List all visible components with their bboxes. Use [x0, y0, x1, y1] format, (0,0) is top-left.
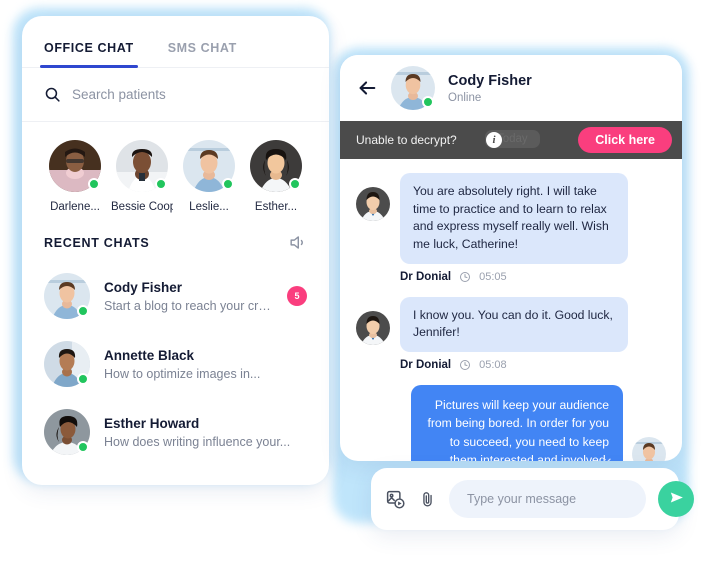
chat-list-item-annette-black[interactable]: Annette Black How to optimize images in.… [22, 330, 329, 398]
recent-chats-list: Cody Fisher Start a blog to reach your c… [22, 258, 329, 466]
double-check-icon [596, 455, 611, 461]
chat-item-text: Esther Howard How does writing influence… [104, 416, 307, 449]
chat-item-name: Esther Howard [104, 415, 200, 431]
message-input[interactable] [449, 480, 646, 518]
panel-tabs: OFFICE CHAT SMS CHAT [22, 16, 329, 68]
info-icon[interactable]: i [486, 132, 502, 148]
favorite-item[interactable]: Esther... [245, 140, 307, 213]
chat-list-item-esther-howard[interactable]: Esther Howard How does writing influence… [22, 398, 329, 466]
message-footer: Dr Donial 05:08 [400, 359, 628, 371]
avatar [44, 273, 90, 319]
chat-item-text: Annette Black How to optimize images in.… [104, 348, 307, 381]
chat-item-preview: Start a blog to reach your creative... [104, 298, 273, 313]
search-icon [44, 86, 61, 103]
decrypt-banner-text: Unable to decrypt? [356, 133, 457, 147]
conversation-contact-name: Cody Fisher [448, 72, 532, 89]
message-footer: Dr Donial 05:05 [400, 271, 628, 283]
search-bar[interactable]: Search patients [22, 68, 329, 122]
online-indicator [422, 96, 434, 108]
conversation-title-block: Cody Fisher Online [448, 73, 532, 104]
message-body: You are absolutely right. I will take ti… [400, 173, 628, 283]
favorite-name: Darlene... [50, 201, 100, 213]
online-indicator [289, 178, 301, 190]
chat-item-preview: How to optimize images in... [104, 366, 261, 381]
favorite-name: Bessie Cooper [111, 201, 173, 213]
message-outgoing-row: Pictures will keep your audience from be… [356, 385, 666, 461]
avatar [44, 341, 90, 387]
online-indicator [77, 305, 89, 317]
message-bubble: You are absolutely right. I will take ti… [400, 173, 628, 264]
media-image-icon[interactable] [385, 489, 406, 510]
conversation-contact-status: Online [448, 91, 482, 104]
message-body: Pictures will keep your audience from be… [411, 385, 623, 461]
chat-item-name: Cody Fisher [104, 279, 183, 295]
avatar-image [632, 437, 666, 461]
message-incoming: I know you. You can do it. Good luck, Je… [356, 296, 666, 371]
clock-icon [459, 359, 471, 371]
tab-sms-chat[interactable]: SMS CHAT [164, 41, 241, 67]
search-input[interactable]: Search patients [72, 87, 166, 102]
message-author: Dr Donial [400, 270, 452, 283]
send-button[interactable] [658, 481, 694, 517]
message-text: Pictures will keep your audience from be… [427, 398, 609, 461]
decrypt-click-here-button[interactable]: Click here [578, 127, 672, 153]
favorites-strip: Darlene... Bessie Coo Leslie... Esther..… [22, 122, 329, 217]
avatar [44, 409, 90, 455]
chat-item-text: Cody Fisher Start a blog to reach your c… [104, 280, 273, 313]
tab-office-chat[interactable]: OFFICE CHAT [40, 41, 138, 68]
avatar-image [356, 310, 390, 345]
message-list: You are absolutely right. I will take ti… [340, 159, 682, 461]
online-indicator [77, 373, 89, 385]
avatar-image [356, 187, 390, 221]
tab-office-chat-label: OFFICE CHAT [44, 41, 134, 55]
message-bubble: I know you. You can do it. Good luck, Je… [400, 296, 628, 353]
conversation-header: Cody Fisher Online [340, 55, 682, 121]
send-icon [668, 489, 685, 509]
recent-chats-header: RECENT CHATS [22, 217, 329, 258]
conversation-panel: Cody Fisher Online Unable to decrypt? To… [340, 55, 682, 461]
unread-badge: 5 [287, 286, 307, 306]
favorite-name: Leslie... [189, 201, 229, 213]
online-indicator [77, 441, 89, 453]
message-composer [371, 468, 694, 530]
recent-chats-title: RECENT CHATS [44, 235, 150, 250]
decrypt-banner: Unable to decrypt? Today i Click here [340, 121, 682, 159]
chat-item-name: Annette Black [104, 347, 195, 363]
favorite-item[interactable]: Bessie Cooper [111, 140, 173, 213]
favorite-item[interactable]: Leslie... [178, 140, 240, 213]
chat-item-preview: How does writing influence your... [104, 434, 291, 449]
back-arrow-icon[interactable] [356, 77, 378, 99]
chat-list-item-cody-fisher[interactable]: Cody Fisher Start a blog to reach your c… [22, 262, 329, 330]
app-screen: OFFICE CHAT SMS CHAT Search patients Dar… [0, 0, 702, 565]
message-incoming: You are absolutely right. I will take ti… [356, 173, 666, 283]
message-bubble: Pictures will keep your audience from be… [411, 385, 623, 461]
message-time: 05:08 [479, 359, 507, 372]
message-time: 05:05 [479, 270, 507, 283]
message-outgoing: Pictures will keep your audience from be… [356, 385, 666, 461]
favorite-name: Esther... [254, 201, 298, 213]
favorite-item[interactable]: Darlene... [44, 140, 106, 213]
message-author: Dr Donial [400, 359, 452, 372]
avatar [391, 66, 435, 110]
paperclip-icon[interactable] [418, 490, 437, 509]
avatar [250, 140, 302, 192]
message-body: I know you. You can do it. Good luck, Je… [400, 296, 628, 371]
tab-sms-chat-label: SMS CHAT [167, 41, 237, 55]
online-indicator [155, 178, 167, 190]
clock-icon [459, 271, 471, 283]
online-indicator [88, 178, 100, 190]
chat-list-panel: OFFICE CHAT SMS CHAT Search patients Dar… [22, 16, 329, 485]
avatar [116, 140, 168, 192]
avatar [183, 140, 235, 192]
avatar [49, 140, 101, 192]
online-indicator [222, 178, 234, 190]
speaker-icon[interactable] [288, 233, 307, 252]
